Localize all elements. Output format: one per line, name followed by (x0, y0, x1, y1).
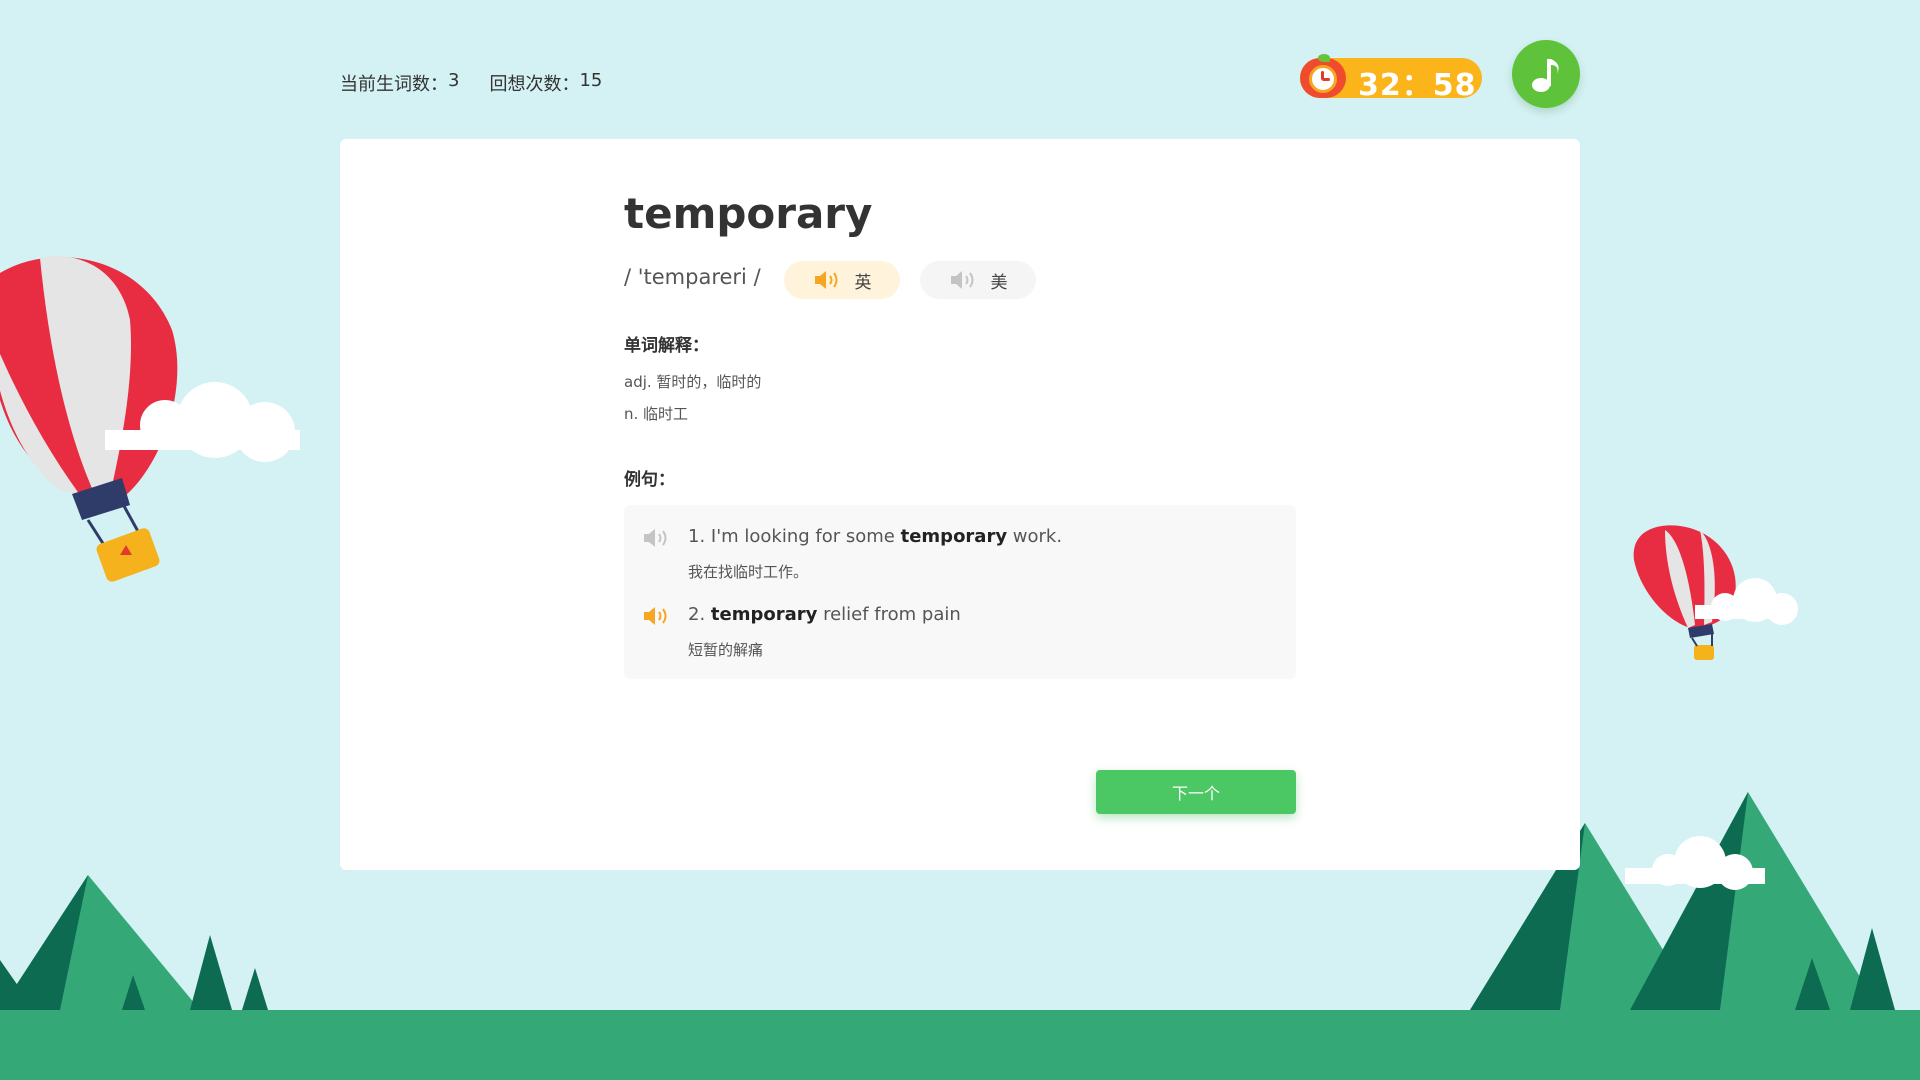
example-1-translation: 我在找临时工作。 (688, 563, 809, 581)
examples-box: 1. I'm looking for some temporary work. … (624, 505, 1296, 679)
recall-value: 15 (579, 70, 603, 91)
example-highlight-word: temporary (710, 604, 818, 625)
alarm-clock-icon (1300, 54, 1346, 98)
example-text: 2. (688, 604, 711, 625)
phonetic: / 'tempareri / (624, 265, 761, 289)
pronounce-us-button[interactable]: 美 (920, 261, 1036, 299)
examples-heading: 例句： (624, 470, 675, 490)
next-button[interactable]: 下一个 (1096, 770, 1296, 814)
background-scene: 当前生词数： 3 回想次数： 15 32：58 temporary / 'tem… (0, 0, 1920, 1080)
pronounce-uk-button[interactable]: 英 (784, 261, 900, 299)
new-words-label: 当前生词数： (340, 74, 448, 95)
definition-heading: 单词解释： (624, 336, 709, 356)
study-stats: 当前生词数： 3 回想次数： 15 (340, 70, 602, 96)
timer-text: 32：58 (1358, 68, 1477, 103)
speaker-icon (950, 271, 973, 289)
word-card: temporary / 'tempareri / 英 美 单词解释： adj. … (340, 139, 1580, 870)
example-1-speaker-icon[interactable] (642, 527, 672, 549)
example-highlight-word: temporary (900, 526, 1008, 547)
music-toggle-button[interactable] (1512, 40, 1580, 108)
ground (0, 1010, 1920, 1080)
definition-line: n. 临时工 (624, 405, 689, 423)
music-note-icon (1532, 59, 1559, 92)
pronounce-uk-label: 英 (854, 272, 872, 293)
example-text: relief from pain (817, 604, 961, 625)
example-text: work. (1007, 526, 1063, 547)
new-words-value: 3 (448, 70, 460, 91)
recall-label: 回想次数： (489, 74, 580, 95)
pronounce-us-label: 美 (990, 272, 1008, 293)
example-1-sentence: 1. I'm looking for some temporary work. (688, 526, 1062, 547)
speaker-icon (814, 271, 837, 289)
new-words-count: 当前生词数： 3 (340, 70, 459, 96)
example-2-speaker-icon[interactable] (642, 605, 672, 627)
example-text: 1. I'm looking for some (688, 526, 901, 547)
recall-count: 回想次数： 15 (489, 70, 602, 96)
example-2-sentence: 2. temporary relief from pain (688, 604, 961, 625)
mountains-left (0, 875, 268, 1010)
countdown-timer: 32：58 (1300, 54, 1482, 103)
hot-air-balloon-right (1633, 525, 1736, 660)
word-title: temporary (624, 189, 873, 238)
example-2-translation: 短暂的解痛 (688, 641, 764, 659)
definition-line: adj. 暂时的，临时的 (624, 373, 762, 391)
